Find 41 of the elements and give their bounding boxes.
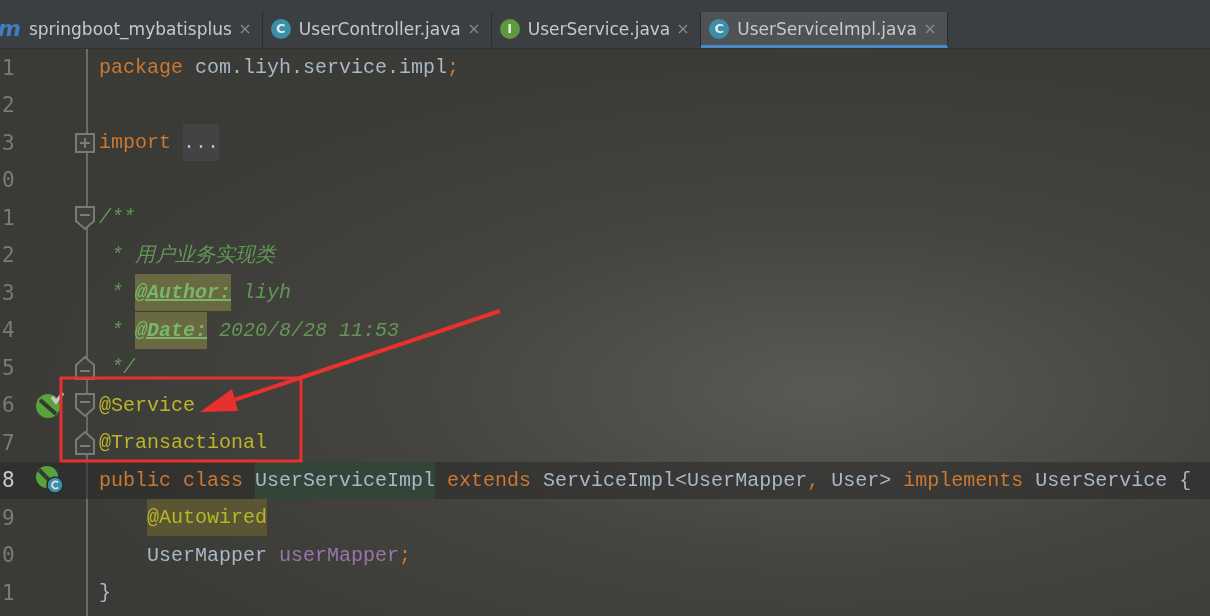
line-number: 9 [1, 505, 16, 530]
line-number: 0 [1, 168, 16, 193]
code-line: import ... [99, 124, 220, 162]
class-icon: C [709, 18, 730, 39]
line-number: 1 [1, 205, 16, 230]
line-number: 0 [1, 543, 16, 568]
code-line: @Service [99, 392, 195, 419]
line-number: 1 [1, 580, 16, 605]
code-line: * 用户业务实现类 [110, 242, 275, 269]
editor-tab[interactable]: C UserServiceImpl.java [701, 12, 948, 48]
code-line: UserMapper userMapper; [146, 542, 412, 569]
line-number: 6 [1, 393, 16, 418]
code-line: @Transactional [99, 430, 268, 457]
class-icon [35, 465, 65, 496]
line-number: 8 [1, 468, 16, 493]
close-icon[interactable] [925, 23, 935, 34]
line-number: 3 [1, 130, 16, 155]
code-line: */ [110, 355, 135, 382]
line-number: 2 [1, 243, 16, 268]
collapse-icon[interactable] [73, 429, 96, 456]
expand-icon[interactable] [73, 131, 96, 154]
editor-tab[interactable]: C UserController.java [262, 12, 492, 48]
code-line: * @Date: 2020/8/28 11:53 [99, 311, 400, 349]
collapse-icon[interactable] [73, 204, 96, 231]
class-icon: C [270, 18, 291, 39]
line-number: 2 [1, 93, 16, 118]
line-number: 3 [1, 280, 16, 305]
close-icon[interactable] [468, 23, 479, 34]
interface-icon: I [499, 18, 520, 39]
line-number: 4 [1, 318, 16, 343]
bean-icon [35, 391, 65, 420]
close-icon[interactable] [678, 23, 689, 34]
code-line: /** [99, 205, 135, 232]
close-icon[interactable] [239, 23, 250, 34]
line-number: 5 [1, 355, 16, 380]
code-line: package com.liyh.service.impl; [99, 55, 460, 82]
code-line: public class UserServiceImpl extends ServiceImpl<UserMapper, User> implements UserService { [99, 461, 1192, 499]
line-number: 7 [1, 430, 16, 455]
code-line: } [99, 580, 111, 607]
collapse-icon[interactable] [73, 392, 96, 419]
line-number: 1 [1, 55, 16, 80]
